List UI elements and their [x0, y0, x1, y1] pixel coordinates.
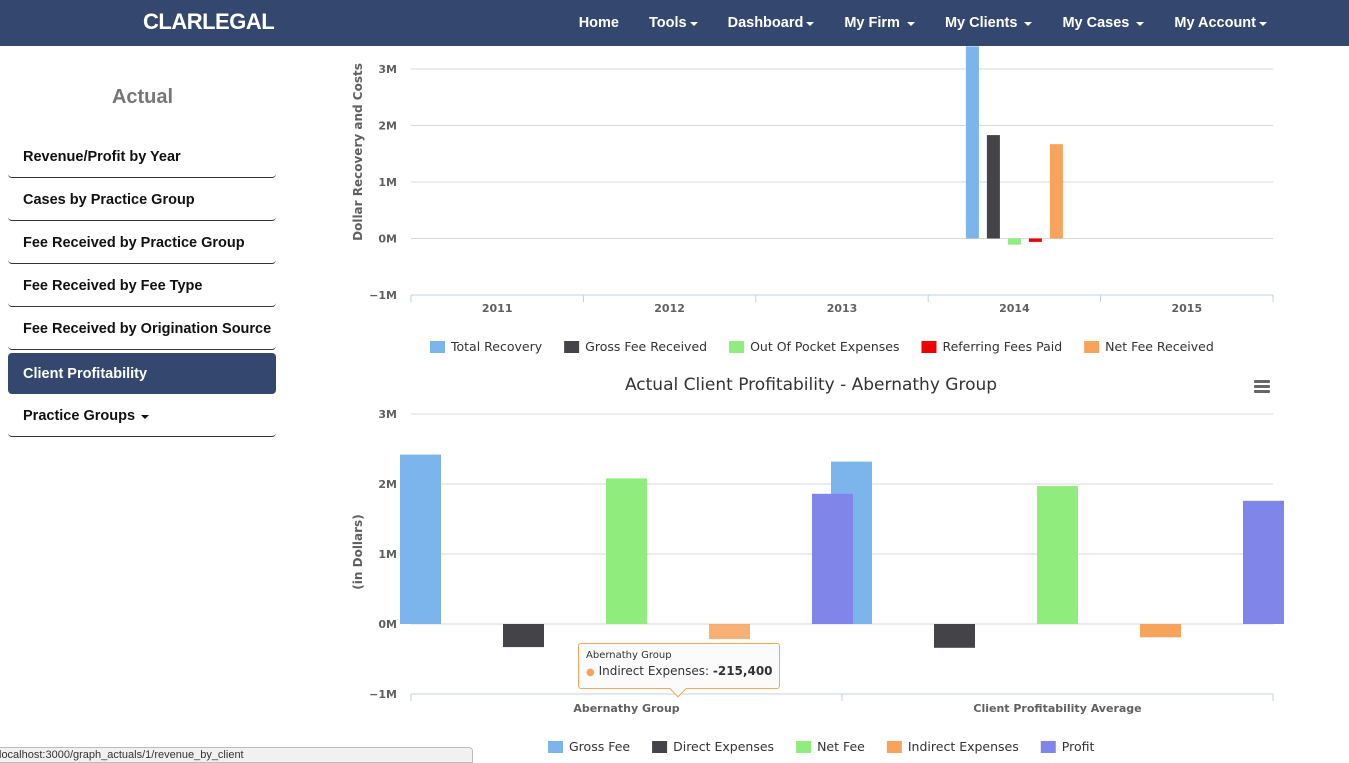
legend-swatch	[1084, 341, 1100, 353]
legend-label: Indirect Expenses	[908, 739, 1019, 754]
y-tick-label: 2M	[378, 478, 397, 491]
legend-label: Gross Fee	[569, 739, 630, 754]
y-tick-label: 3M	[378, 408, 397, 421]
chart-bar	[1007, 238, 1021, 245]
x-tick-label: 2012	[654, 302, 685, 315]
legend-swatch	[430, 341, 445, 353]
tooltip-series: Indirect Expenses	[598, 664, 706, 678]
legend-label: Net Fee	[817, 739, 865, 754]
chart-bar	[1037, 486, 1078, 624]
y-axis-title: Dollar Recovery and Costs	[351, 63, 365, 241]
chart-context-menu-icon[interactable]	[1254, 380, 1270, 394]
y-axis-title: (in Dollars)	[351, 514, 365, 589]
status-bar: localhost:3000/graph_actuals/1/revenue_b…	[0, 747, 473, 763]
x-tick-label: 2013	[827, 302, 858, 315]
y-tick-label: 1M	[378, 548, 397, 561]
tooltip-value: -215,400	[712, 664, 773, 678]
chart-bar	[965, 46, 979, 239]
x-tick-label: 2011	[482, 302, 513, 315]
x-tick-label: 2014	[999, 302, 1030, 315]
legend-label: Profit	[1062, 739, 1095, 754]
chart-title: Actual Client Profitability - Abernathy …	[625, 375, 997, 395]
legend-swatch	[796, 741, 812, 753]
chart-bar	[709, 624, 750, 640]
legend-label: Out Of Pocket Expenses	[750, 339, 899, 354]
x-tick-label: Abernathy Group	[573, 702, 679, 715]
y-tick-label: −1M	[369, 688, 397, 701]
x-tick-label: Client Profitability Average	[973, 702, 1141, 715]
chart-bar	[503, 624, 544, 648]
chart-bar	[606, 478, 647, 624]
legend-label: Referring Fees Paid	[942, 339, 1062, 354]
chart-bar	[400, 454, 441, 624]
legend-label: Gross Fee Received	[585, 339, 707, 354]
y-tick-label: 0M	[378, 233, 397, 246]
tooltip-line: ● Indirect Expenses: -215,400	[586, 664, 773, 678]
y-tick-label: 0M	[378, 618, 397, 631]
y-tick-label: 3M	[378, 63, 397, 76]
legend-swatch	[548, 741, 563, 753]
chart-tooltip: Abernathy Group ● Indirect Expenses: -21…	[578, 643, 780, 698]
y-tick-label: −1M	[369, 289, 397, 302]
legend-swatch	[729, 341, 745, 353]
y-tick-label: 2M	[378, 120, 397, 133]
chart-bar	[1140, 624, 1181, 638]
series-dot-icon: ●	[586, 667, 595, 678]
legend-swatch	[921, 341, 937, 353]
chart-bar	[986, 135, 1000, 239]
chart-bar	[812, 493, 853, 624]
legend-swatch	[652, 741, 668, 753]
legend-label: Net Fee Received	[1105, 339, 1214, 354]
x-tick-label: 2015	[1171, 302, 1202, 315]
legend-label: Direct Expenses	[673, 739, 774, 754]
tooltip-title: Abernathy Group	[586, 650, 672, 661]
legend-label: Total Recovery	[450, 339, 543, 354]
chart-bar	[934, 624, 975, 648]
legend-swatch	[1040, 741, 1056, 753]
legend-swatch	[886, 741, 902, 753]
chart-bar	[1243, 500, 1284, 624]
chart-bar	[1028, 238, 1042, 242]
y-tick-label: 1M	[378, 176, 397, 189]
legend-swatch	[564, 341, 580, 353]
chart-bar	[1049, 144, 1063, 239]
